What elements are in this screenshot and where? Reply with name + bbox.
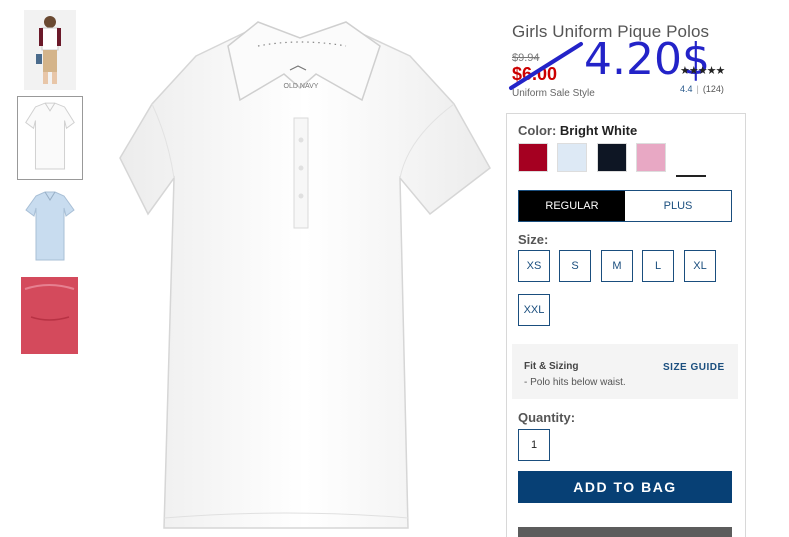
red-polo-thumbnail-image [21,277,78,354]
color-swatch-red[interactable] [518,143,548,172]
rating-stars-icon[interactable]: ★★★★★ [680,64,725,77]
thumbnail-red-polo[interactable] [21,277,78,354]
rating-summary[interactable]: 4.4 | (124) [680,84,724,94]
size-guide-link[interactable]: SIZE GUIDE [663,362,725,373]
rating-divider: | [696,84,699,94]
fit-toggle: REGULAR PLUS [518,190,732,222]
size-button-xxl[interactable]: XXL [518,294,550,326]
size-button-xs[interactable]: XS [518,250,550,282]
size-button-xl[interactable]: XL [684,250,716,282]
main-product-image[interactable]: OLD NAVY [118,8,493,530]
fit-option-regular[interactable]: REGULAR [519,191,625,221]
size-button-m[interactable]: M [601,250,633,282]
size-button-l[interactable]: L [642,250,674,282]
white-polo-thumbnail-image [25,102,75,170]
fit-sizing-title: Fit & Sizing [524,361,579,372]
secondary-action-button[interactable] [518,527,732,537]
color-swatch-white[interactable] [676,143,706,177]
price-strikeout-scribble [509,42,583,90]
quantity-input[interactable]: 1 [518,429,550,461]
rating-value: 4.4 [680,84,693,94]
thumbnail-white-polo[interactable] [17,96,83,180]
fit-sizing-note: - Polo hits below waist. [524,377,626,388]
fit-option-plus[interactable]: PLUS [625,191,731,221]
color-swatch-light-blue[interactable] [557,143,587,172]
color-swatch-navy[interactable] [597,143,627,172]
size-button-s[interactable]: S [559,250,591,282]
color-label-text: Color: [518,123,557,138]
selected-color-name: Bright White [559,123,638,138]
color-swatch-pink[interactable] [636,143,666,172]
add-to-bag-button[interactable]: ADD TO BAG [518,471,732,503]
blue-polo-thumbnail-image [25,191,75,261]
thumbnail-model[interactable] [24,10,76,90]
svg-text:OLD NAVY: OLD NAVY [284,83,319,90]
model-photo-image [24,10,76,90]
color-label: Color: Bright White [518,123,637,138]
thumbnail-blue-polo[interactable] [20,186,80,266]
review-count: (124) [702,84,724,94]
quantity-label: Quantity: [518,410,576,425]
size-label: Size: [518,232,549,247]
white-polo-image: OLD NAVY [119,21,491,529]
